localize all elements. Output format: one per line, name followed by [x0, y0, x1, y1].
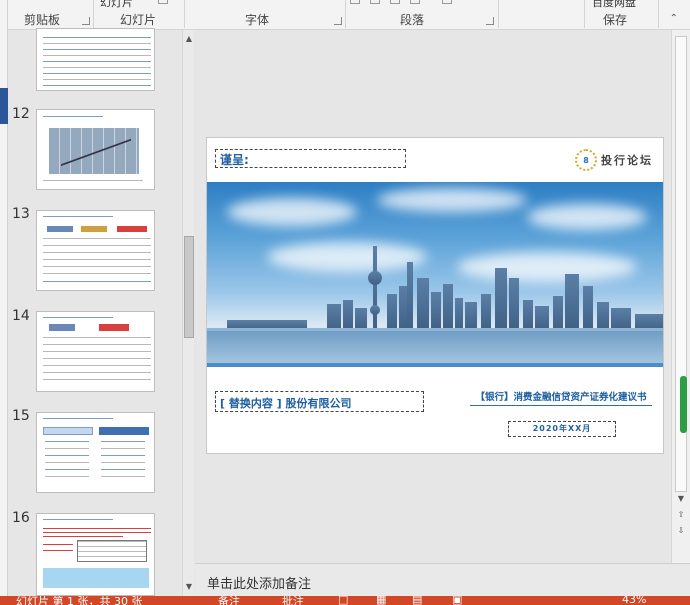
recipient-label: 谨呈:	[220, 153, 249, 167]
justify-icon[interactable]	[410, 0, 420, 4]
align-center-icon[interactable]	[370, 0, 380, 4]
ribbon: 幻灯片 百度网盘 剪贴板 幻灯片 字体 段落 保存 ⌃	[8, 0, 690, 30]
comments-toggle-button[interactable]: 批注	[282, 596, 304, 605]
proposal-title-block[interactable]: 【银行】消费金融信贷资产证券化建议书	[470, 391, 652, 406]
save-group-label: 保存	[603, 13, 628, 27]
slide-thumbnail-11[interactable]	[36, 28, 155, 91]
edge-indicator	[680, 376, 687, 433]
thumbnail-scrollbar[interactable]: ▲ ▼	[182, 30, 194, 596]
slide-thumbnail-panel: 12 13 14 15 16 ▲ ▼	[8, 28, 194, 596]
logo: 8 投行论坛	[575, 147, 653, 173]
slide-editor: 谨呈: 8 投行论坛 [替换内容] 股份有限公司 【银行】消费金融信贷资产证…	[195, 30, 671, 563]
company-placeholder[interactable]: [ 替换内容 ] 股份有限公司	[215, 391, 424, 412]
reading-view-icon[interactable]: ▤	[412, 596, 422, 605]
next-slide-icon[interactable]: ⇩	[675, 524, 687, 538]
notes-placeholder: 单击此处添加备注	[207, 577, 312, 592]
layout-icon[interactable]	[158, 0, 168, 4]
scroll-up-icon[interactable]: ▲	[183, 32, 195, 46]
skyline-silhouette	[207, 246, 663, 367]
scroll-down-icon[interactable]: ▼	[183, 580, 195, 594]
ribbon-divider	[498, 0, 499, 28]
scroll-down-icon[interactable]: ▼	[675, 492, 687, 506]
slide-thumbnail-12[interactable]	[36, 109, 155, 190]
window-edge-accent	[0, 88, 8, 124]
slide-number: 14	[12, 308, 30, 324]
slide-number: 12	[12, 106, 30, 122]
slide-thumbnail-14[interactable]	[36, 311, 155, 392]
normal-view-icon[interactable]: □	[338, 596, 348, 605]
clipboard-launcher-icon[interactable]	[82, 17, 90, 25]
ribbon-divider	[584, 0, 585, 28]
clipboard-group-label: 剪贴板	[24, 13, 61, 27]
logo-text: 投行论坛	[601, 154, 653, 167]
slide-thumbnail-15[interactable]	[36, 412, 155, 493]
ribbon-divider	[184, 0, 185, 28]
recipient-placeholder[interactable]: 谨呈:	[215, 149, 406, 168]
current-slide[interactable]: 谨呈: 8 投行论坛 [替换内容] 股份有限公司 【银行】消费金融信贷资产证…	[206, 137, 664, 454]
proposal-title: 【银行】消费金融信贷资产证券化建议书	[475, 392, 647, 403]
notes-toggle-button[interactable]: 备注	[218, 596, 240, 605]
editor-scrollbar[interactable]: ▼ ⇧ ⇩	[671, 30, 690, 563]
slide-number: 13	[12, 206, 30, 222]
slide-counter: 幻灯片 第 1 张，共 30 张	[16, 596, 143, 605]
columns-icon[interactable]	[442, 0, 452, 4]
city-skyline-image	[207, 182, 663, 367]
font-launcher-icon[interactable]	[334, 17, 342, 25]
notes-pane[interactable]: 单击此处添加备注	[195, 563, 690, 596]
slideshow-icon[interactable]: ▣	[452, 596, 462, 605]
slide-number: 16	[12, 510, 30, 526]
window-left-edge	[0, 0, 8, 605]
new-slide-button[interactable]: 幻灯片	[100, 0, 133, 10]
paragraph-launcher-icon[interactable]	[486, 17, 494, 25]
paragraph-group-label: 段落	[400, 13, 425, 27]
thumbnail-scroll-thumb[interactable]	[184, 236, 194, 338]
ribbon-divider	[658, 0, 659, 28]
baidu-netdisk-button[interactable]: 百度网盘	[592, 0, 636, 10]
status-bar: 幻灯片 第 1 张，共 30 张 备注 批注 □ ▦ ▤ ▣ 43%	[0, 596, 690, 605]
slide-number: 15	[12, 408, 30, 424]
align-left-icon[interactable]	[350, 0, 360, 4]
company-name: [ 替换内容 ] 股份有限公司	[220, 397, 352, 410]
slides-group-label: 幻灯片	[120, 13, 157, 27]
slide-thumbnail-16[interactable]	[36, 513, 155, 596]
title-underline	[470, 405, 652, 406]
font-group-label: 字体	[245, 13, 270, 27]
collapse-ribbon-icon[interactable]: ⌃	[670, 13, 678, 24]
banner-stripe	[207, 363, 663, 367]
ribbon-divider	[93, 0, 94, 28]
date-placeholder[interactable]: 2020年XX月	[508, 421, 616, 437]
zoom-level[interactable]: 43%	[622, 596, 646, 605]
slide-sorter-icon[interactable]: ▦	[376, 596, 386, 605]
slide-thumbnail-13[interactable]	[36, 210, 155, 291]
align-right-icon[interactable]	[390, 0, 400, 4]
previous-slide-icon[interactable]: ⇧	[675, 508, 687, 522]
powerpoint-window: 幻灯片 百度网盘 剪贴板 幻灯片 字体 段落 保存 ⌃ 12 13 14 15 …	[0, 0, 690, 605]
logo-mark-icon: 8	[575, 149, 597, 171]
ribbon-divider	[345, 0, 346, 28]
